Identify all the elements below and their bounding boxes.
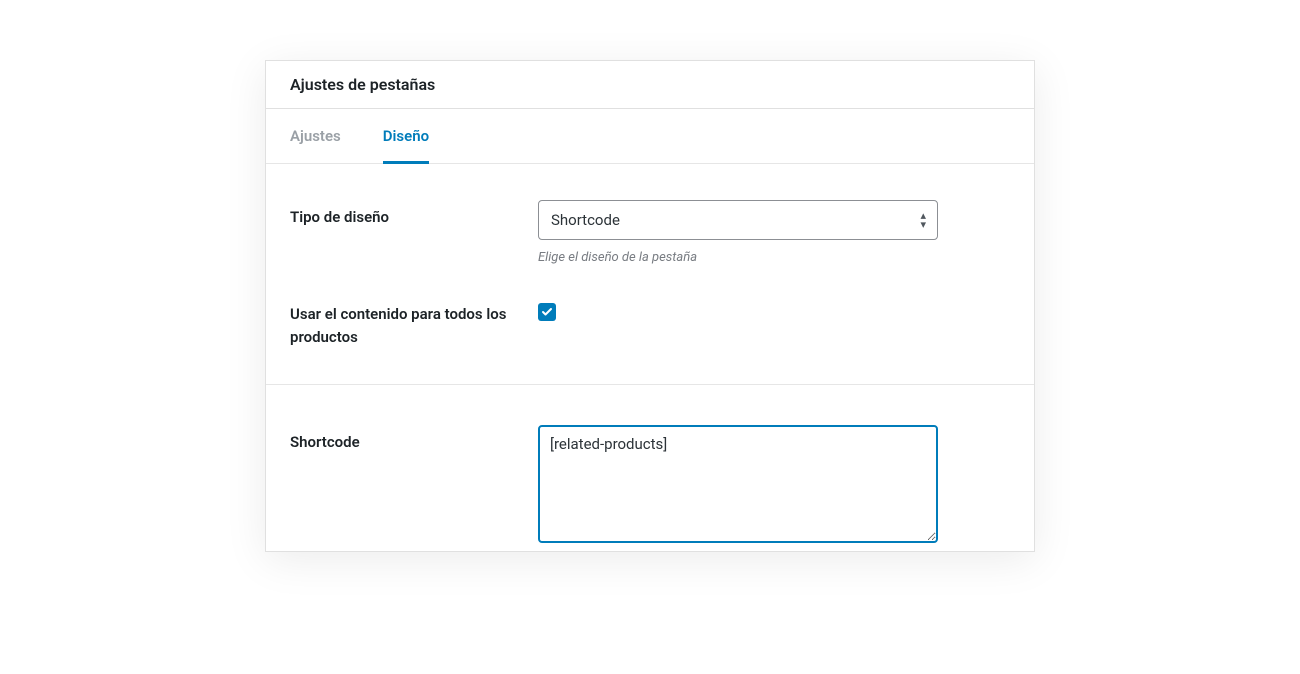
label-layout-type: Tipo de diseño	[290, 200, 538, 229]
label-use-all: Usar el contenido para todos los product…	[290, 297, 538, 348]
tab-diseno[interactable]: Diseño	[383, 109, 429, 164]
row-layout-type: Tipo de diseño Shortcode ▴▾ Elige el dis…	[290, 200, 1010, 265]
shortcode-textarea[interactable]	[538, 425, 938, 543]
panel-title: Ajustes de pestañas	[266, 61, 1034, 109]
layout-type-select-wrap: Shortcode ▴▾	[538, 200, 938, 240]
tabs-bar: Ajustes Diseño	[266, 109, 1034, 164]
form-section-shortcode: Shortcode	[266, 385, 1034, 551]
form-section-design: Tipo de diseño Shortcode ▴▾ Elige el dis…	[266, 164, 1034, 384]
label-shortcode: Shortcode	[290, 425, 538, 454]
tab-ajustes[interactable]: Ajustes	[290, 109, 341, 164]
layout-type-helper: Elige el diseño de la pestaña	[538, 250, 938, 265]
row-use-all: Usar el contenido para todos los product…	[290, 297, 1010, 348]
field-use-all	[538, 297, 938, 321]
layout-type-value: Shortcode	[551, 211, 620, 229]
settings-panel: Ajustes de pestañas Ajustes Diseño Tipo …	[265, 60, 1035, 552]
field-layout-type: Shortcode ▴▾ Elige el diseño de la pesta…	[538, 200, 938, 265]
check-icon	[541, 306, 553, 318]
layout-type-select[interactable]: Shortcode	[538, 200, 938, 240]
field-shortcode	[538, 425, 938, 547]
row-shortcode: Shortcode	[290, 425, 1010, 547]
use-all-checkbox[interactable]	[538, 303, 556, 321]
